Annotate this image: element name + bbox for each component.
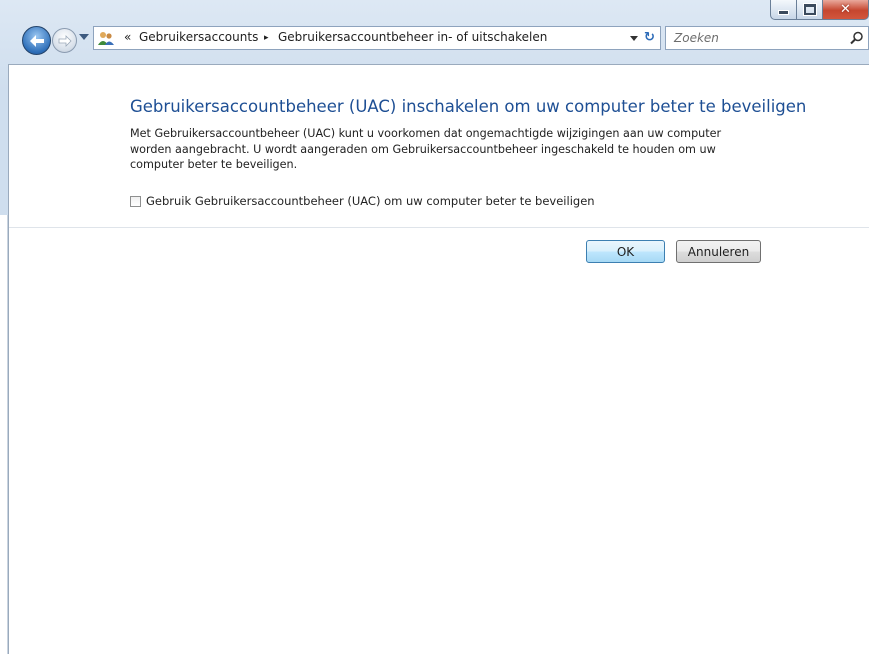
left-border xyxy=(0,215,8,654)
user-accounts-icon xyxy=(98,32,114,45)
caption-buttons: ✕ xyxy=(770,0,869,22)
address-history-dropdown[interactable] xyxy=(630,36,638,41)
divider xyxy=(9,227,869,228)
search-input[interactable]: Zoeken xyxy=(674,31,719,45)
recent-pages-dropdown[interactable] xyxy=(79,34,89,40)
breadcrumb-user-accounts[interactable]: Gebruikersaccounts xyxy=(139,30,258,44)
address-overflow[interactable]: « xyxy=(124,30,131,44)
description-line: worden aangebracht. U wordt aangeraden o… xyxy=(130,142,716,156)
back-button[interactable] xyxy=(22,26,51,55)
uac-checkbox-label[interactable]: Gebruik Gebruikersaccountbeheer (UAC) om… xyxy=(146,194,595,208)
ok-button[interactable]: OK xyxy=(586,240,665,263)
close-button[interactable]: ✕ xyxy=(823,0,869,20)
close-icon: ✕ xyxy=(840,2,851,17)
maximize-icon xyxy=(802,3,817,16)
minimize-icon xyxy=(778,10,789,15)
search-icon[interactable] xyxy=(850,31,864,45)
cancel-button[interactable]: Annuleren xyxy=(676,240,761,263)
breadcrumb-uac-toggle[interactable]: Gebruikersaccountbeheer in- of uitschake… xyxy=(278,30,547,44)
minimize-button[interactable] xyxy=(770,0,797,20)
refresh-icon[interactable]: ↻ xyxy=(641,29,658,47)
breadcrumb-separator-icon[interactable]: ▸ xyxy=(264,33,269,43)
uac-checkbox-row[interactable]: Gebruik Gebruikersaccountbeheer (UAC) om… xyxy=(130,194,595,208)
description: Met Gebruikersaccountbeheer (UAC) kunt u… xyxy=(130,126,770,173)
back-arrow-icon xyxy=(29,34,44,47)
forward-button[interactable] xyxy=(52,28,77,53)
uac-checkbox[interactable] xyxy=(130,195,141,207)
navigation-bar: « Gebruikersaccounts ▸ Gebruikersaccount… xyxy=(0,26,869,64)
description-line: Met Gebruikersaccountbeheer (UAC) kunt u… xyxy=(130,127,722,140)
address-bar[interactable]: « Gebruikersaccounts ▸ Gebruikersaccount… xyxy=(93,26,661,50)
maximize-button[interactable] xyxy=(797,0,823,20)
forward-arrow-icon xyxy=(58,34,72,47)
page-title: Gebruikersaccountbeheer (UAC) inschakele… xyxy=(130,97,807,116)
search-box[interactable]: Zoeken xyxy=(665,26,869,50)
content-pane: Gebruikersaccountbeheer (UAC) inschakele… xyxy=(8,64,869,654)
description-line: computer beter te beveiligen. xyxy=(130,158,298,171)
